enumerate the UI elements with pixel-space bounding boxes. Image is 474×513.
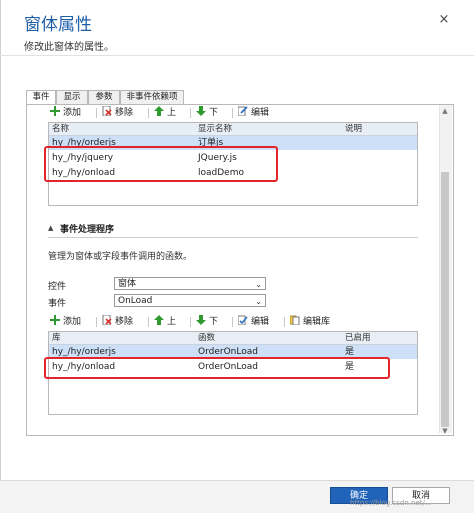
scrollbar-thumb[interactable] — [441, 172, 449, 427]
library-add-button[interactable]: 添加 — [50, 106, 81, 120]
toolbar-separator — [190, 108, 191, 118]
column-enabled[interactable]: 已启用 — [345, 332, 371, 344]
section-divider — [48, 237, 418, 238]
handler-edit-button[interactable]: 编辑 — [238, 315, 269, 329]
tab-parameters[interactable]: 参数 — [88, 90, 120, 104]
section-description: 管理为窗体或字段事件调用的函数。 — [48, 252, 193, 262]
library-remove-button[interactable]: 移除 — [102, 106, 133, 120]
section-title-event-handlers: 事件处理程序 — [60, 225, 115, 235]
dialog-title: 窗体属性 — [24, 15, 92, 35]
highlight-box-handlers — [44, 357, 390, 379]
arrow-up-icon — [154, 106, 164, 116]
toolbar-separator — [232, 108, 233, 118]
add-icon — [50, 106, 60, 116]
watermark: https://blog.csdn.net/... — [350, 499, 432, 507]
handler-grid-header: 库 函数 已启用 — [49, 332, 417, 345]
chevron-down-icon: ⌄ — [255, 297, 262, 306]
header-separator — [0, 55, 474, 56]
toolbar-separator — [96, 317, 97, 327]
library-edit-button[interactable]: 编辑 — [238, 106, 269, 120]
add-icon — [50, 315, 60, 325]
toolbar-separator — [284, 317, 285, 327]
collapse-arrow-icon[interactable]: ▲ — [48, 224, 53, 232]
toolbar-separator — [148, 317, 149, 327]
control-label: 控件 — [48, 282, 67, 292]
library-grid-header: 名称 显示名称 说明 — [49, 123, 417, 136]
column-library[interactable]: 库 — [52, 332, 61, 344]
column-display-name[interactable]: 显示名称 — [198, 123, 232, 135]
arrow-down-icon — [196, 106, 206, 116]
arrow-up-icon — [154, 315, 164, 325]
event-label: 事件 — [48, 299, 67, 309]
toolbar-separator — [96, 108, 97, 118]
handler-remove-button[interactable]: 移除 — [102, 315, 133, 329]
tab-events[interactable]: 事件 — [26, 90, 56, 105]
close-icon[interactable]: × — [437, 13, 451, 27]
edit-icon — [238, 106, 248, 116]
handler-add-button[interactable]: 添加 — [50, 315, 81, 329]
toolbar-separator — [190, 317, 191, 327]
column-function[interactable]: 函数 — [198, 332, 215, 344]
library-toolbar: 添加 移除 上 下 编辑 — [48, 106, 428, 120]
handler-down-button[interactable]: 下 — [196, 315, 218, 329]
tab-non-event-dependencies[interactable]: 非事件依赖项 — [120, 90, 184, 104]
handler-edit-library-button[interactable]: 编辑库 — [290, 315, 330, 329]
remove-document-icon — [102, 315, 112, 325]
edit-check-icon — [238, 315, 248, 325]
scroll-down-icon[interactable]: ▼ — [441, 427, 449, 435]
event-select[interactable]: OnLoad ⌄ — [114, 294, 266, 307]
highlight-box-libraries — [44, 146, 278, 182]
toolbar-separator — [148, 108, 149, 118]
library-up-button[interactable]: 上 — [154, 106, 176, 120]
control-select[interactable]: 窗体 ⌄ — [114, 277, 266, 290]
scroll-up-icon[interactable]: ▲ — [441, 107, 449, 115]
library-icon — [290, 315, 300, 325]
dialog-subtitle: 修改此窗体的属性。 — [24, 42, 114, 53]
window-left-edge — [0, 0, 1, 512]
handler-up-button[interactable]: 上 — [154, 315, 176, 329]
column-name[interactable]: 名称 — [52, 123, 69, 135]
tab-display[interactable]: 显示 — [56, 90, 88, 104]
column-description[interactable]: 说明 — [345, 123, 362, 135]
toolbar-separator — [232, 317, 233, 327]
library-down-button[interactable]: 下 — [196, 106, 218, 120]
remove-document-icon — [102, 106, 112, 116]
chevron-down-icon: ⌄ — [255, 280, 262, 289]
handler-toolbar: 添加 移除 上 下 编辑 编辑库 — [48, 315, 428, 329]
arrow-down-icon — [196, 315, 206, 325]
